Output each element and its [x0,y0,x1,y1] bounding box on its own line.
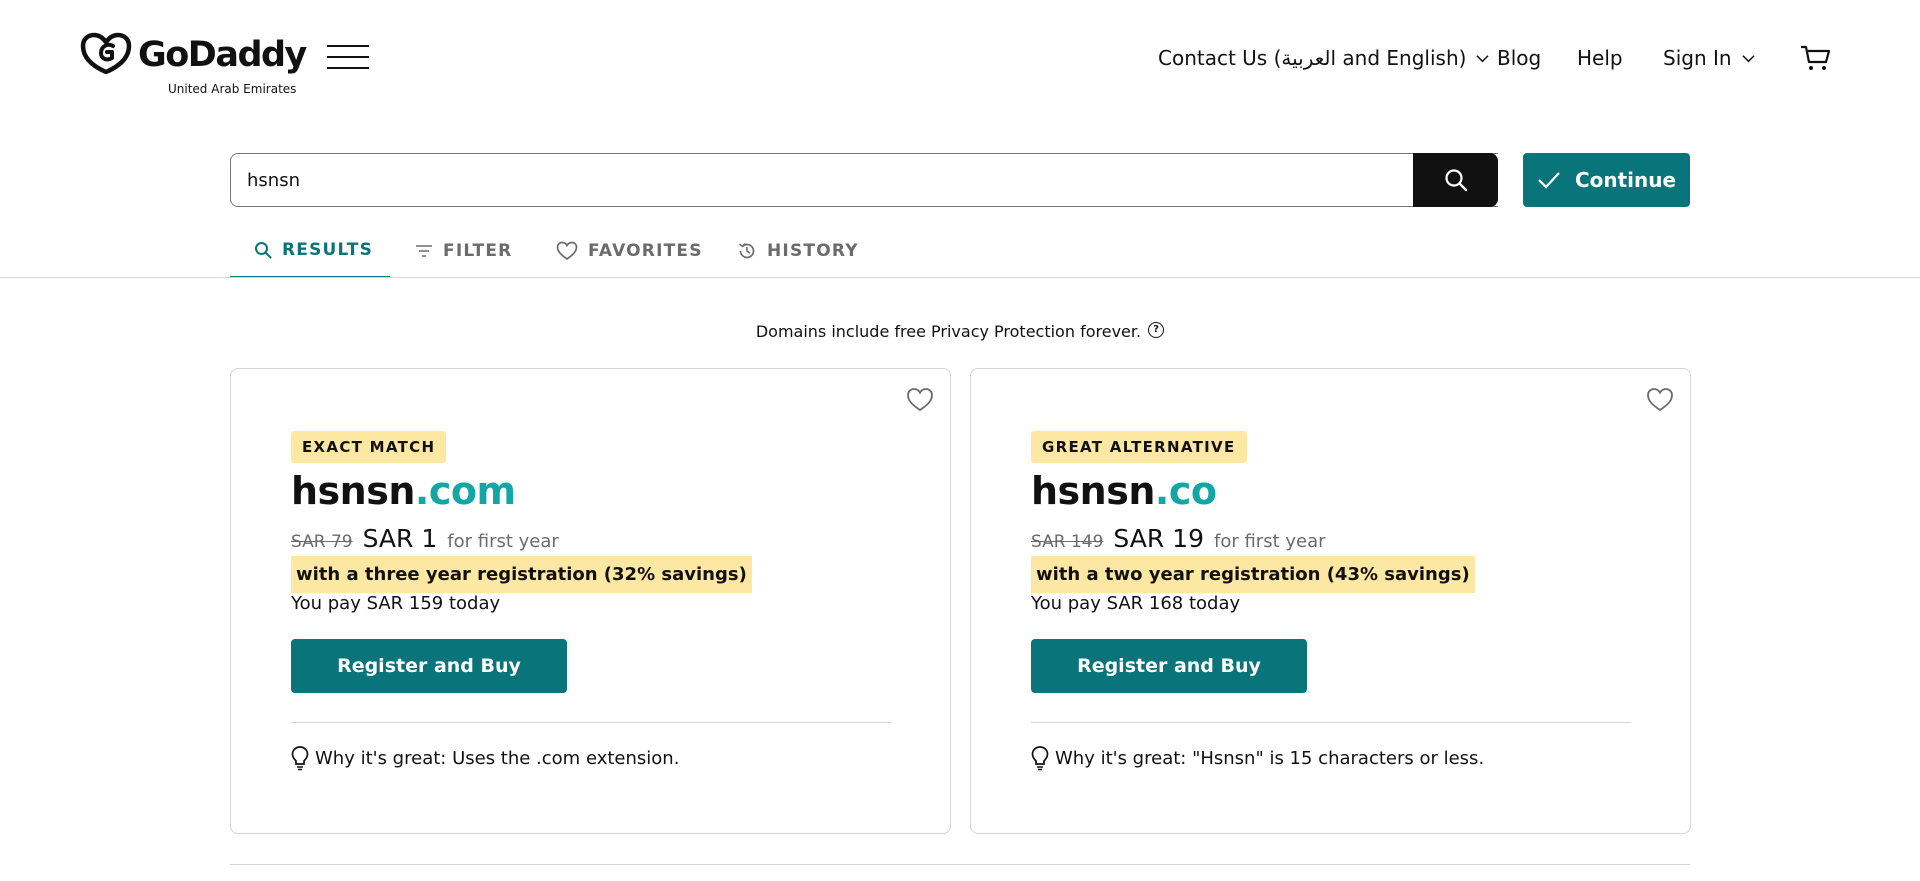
privacy-note-text: Domains include free Privacy Protection … [755,322,1142,341]
hamburger-menu-button[interactable] [327,45,369,73]
why-great: Why it's great: "Hsnsn" is 15 characters… [1031,745,1484,771]
price-row: SAR 79 SAR 1 for first year [291,524,559,553]
sale-price: SAR 19 [1113,524,1204,553]
sign-in-label: Sign In [1663,46,1732,70]
blog-label: Blog [1497,46,1542,70]
savings-note: with a three year registration (32% savi… [291,556,752,593]
tab-favorites-label: FAVORITES [588,240,703,261]
domain-name: hsnsn.co [1031,469,1217,513]
great-alternative-badge: GREAT ALTERNATIVE [1031,431,1247,463]
search-button[interactable] [1413,153,1498,207]
tabs-divider [0,277,1920,278]
godaddy-logo[interactable]: GoDaddy United Arab Emirates [80,32,307,98]
domain-search-input[interactable] [247,154,1397,206]
why-great: Why it's great: Uses the .com extension. [291,745,679,771]
register-and-buy-button[interactable]: Register and Buy [1031,639,1307,693]
logo-wordmark: GoDaddy [138,35,307,75]
section-divider [230,864,1690,865]
domain-tld: .co [1154,469,1217,513]
price-row: SAR 149 SAR 19 for first year [1031,524,1326,553]
filter-icon [416,244,432,257]
chevron-down-icon [1476,54,1490,62]
domain-base: hsnsn [1031,469,1155,513]
domain-result-card: EXACT MATCH hsnsn.com SAR 79 SAR 1 for f… [230,368,951,834]
tab-filter-label: FILTER [443,240,513,261]
domain-name: hsnsn.com [291,469,516,513]
tab-history[interactable]: HISTORY [737,223,859,278]
favorite-heart-icon[interactable] [1646,387,1674,413]
help-icon[interactable]: ? [1148,322,1165,338]
heart-icon [556,241,578,260]
search-icon [255,241,272,258]
domain-result-card: GREAT ALTERNATIVE hsnsn.co SAR 149 SAR 1… [970,368,1691,834]
domain-tld: .com [414,469,516,513]
sign-in-dropdown[interactable]: Sign In [1663,46,1755,70]
menu-line [327,45,369,47]
blog-link[interactable]: Blog [1497,46,1541,70]
favorite-heart-icon[interactable] [906,387,934,413]
old-price: SAR 149 [1031,532,1104,552]
privacy-note: Domains include free Privacy Protection … [0,322,1920,341]
logo-region: United Arab Emirates [168,82,297,96]
cart-icon[interactable] [1800,44,1832,72]
help-label: Help [1577,46,1623,70]
why-great-text: Why it's great: Uses the .com extension. [315,747,680,769]
results-tabs: RESULTS FILTER FAVORITES HISTORY [230,223,930,278]
continue-button[interactable]: Continue [1523,153,1690,207]
pay-today: You pay SAR 159 today [291,593,501,614]
sale-price: SAR 1 [362,524,438,553]
site-header: GoDaddy United Arab Emirates Contact Us … [0,0,1920,115]
tab-filter[interactable]: FILTER [415,223,512,278]
tab-history-label: HISTORY [767,240,859,261]
card-divider [291,722,891,723]
continue-label: Continue [1574,168,1677,192]
price-period: for first year [447,531,559,552]
why-great-text: Why it's great: "Hsnsn" is 15 characters… [1055,747,1485,769]
exact-match-badge: EXACT MATCH [291,431,447,463]
contact-us-dropdown[interactable]: Contact Us (العربية and English) [1158,46,1490,70]
lightbulb-icon [1031,746,1049,771]
menu-line [327,67,369,69]
search-icon [1444,169,1467,192]
tab-favorites[interactable]: FAVORITES [556,223,703,278]
tab-results[interactable]: RESULTS [230,223,390,278]
help-link[interactable]: Help [1577,46,1623,70]
price-period: for first year [1213,531,1326,552]
old-price: SAR 79 [291,532,353,552]
checkmark-icon [1538,172,1560,189]
contact-us-label: Contact Us (العربية and English) [1158,46,1467,70]
lightbulb-icon [291,746,309,771]
savings-note: with a two year registration (43% saving… [1031,556,1475,593]
tab-results-label: RESULTS [282,239,374,260]
history-icon [739,242,755,258]
chevron-down-icon [1741,54,1755,62]
card-divider [1031,722,1631,723]
register-and-buy-button[interactable]: Register and Buy [291,639,567,693]
domain-base: hsnsn [291,469,415,513]
godaddy-logo-icon [80,32,132,75]
menu-line [327,56,369,58]
domain-search-box [230,153,1498,207]
pay-today: You pay SAR 168 today [1031,593,1241,614]
